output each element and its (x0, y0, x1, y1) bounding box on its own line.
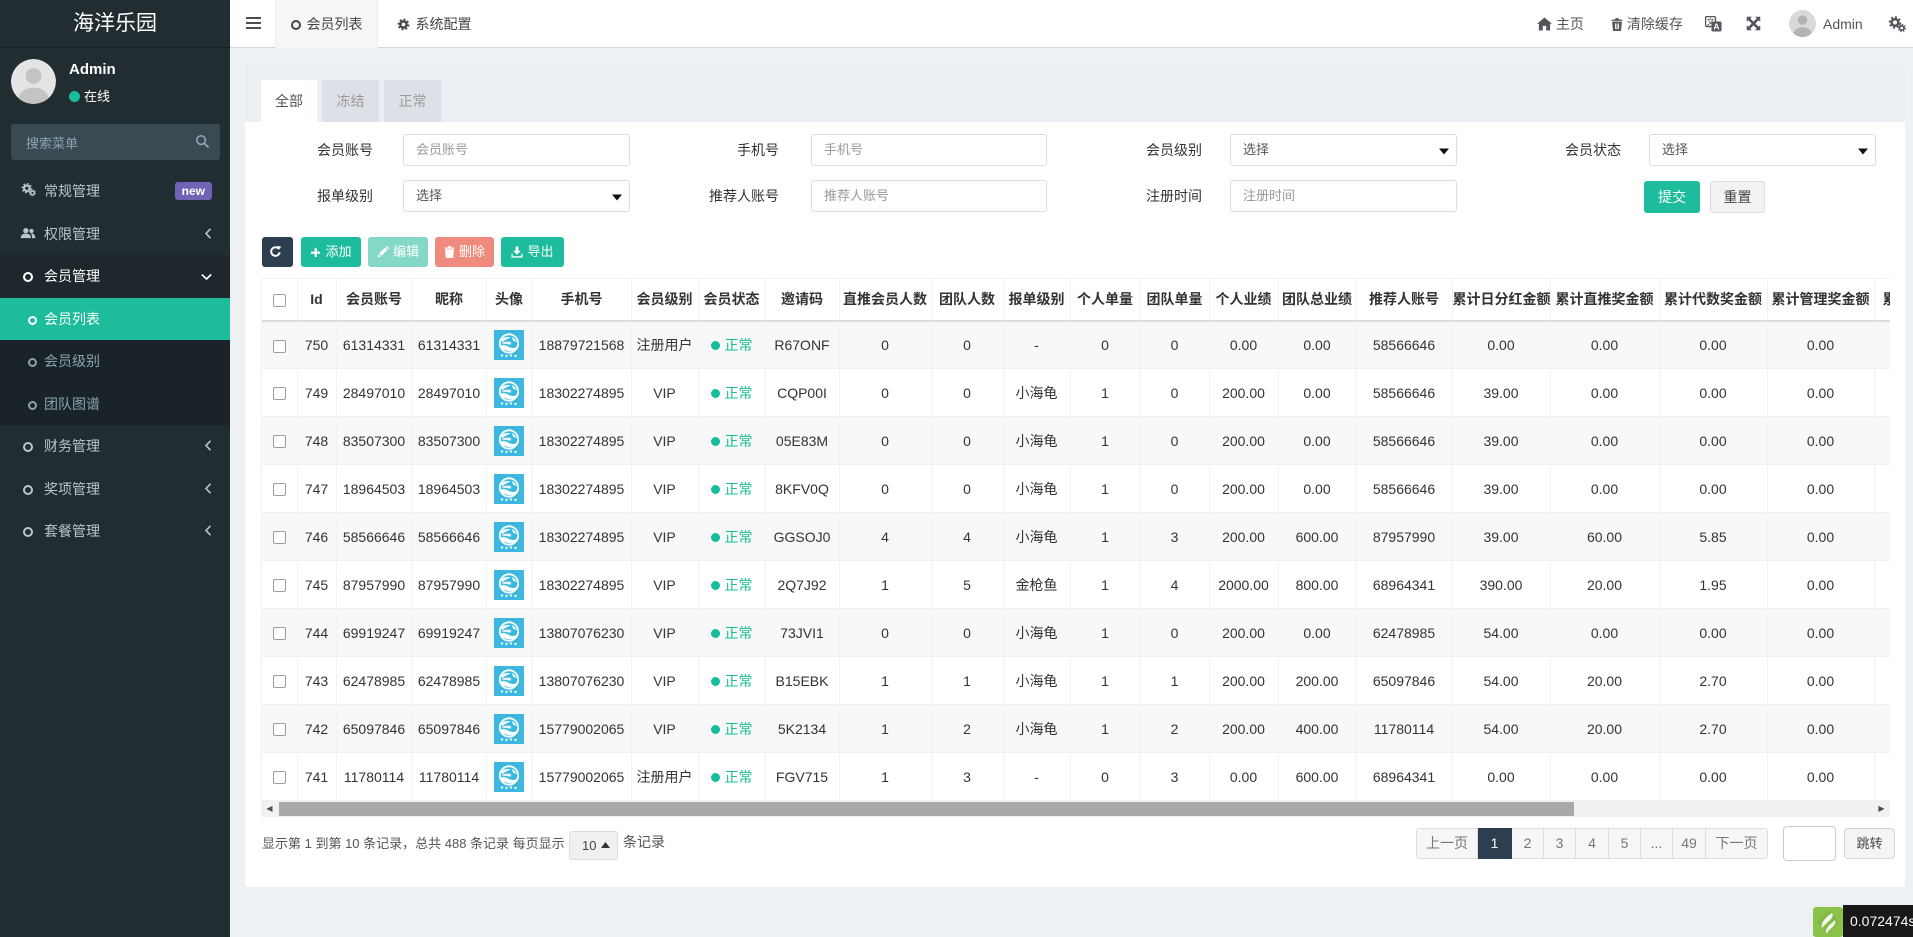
svg-text:A: A (1713, 21, 1719, 31)
